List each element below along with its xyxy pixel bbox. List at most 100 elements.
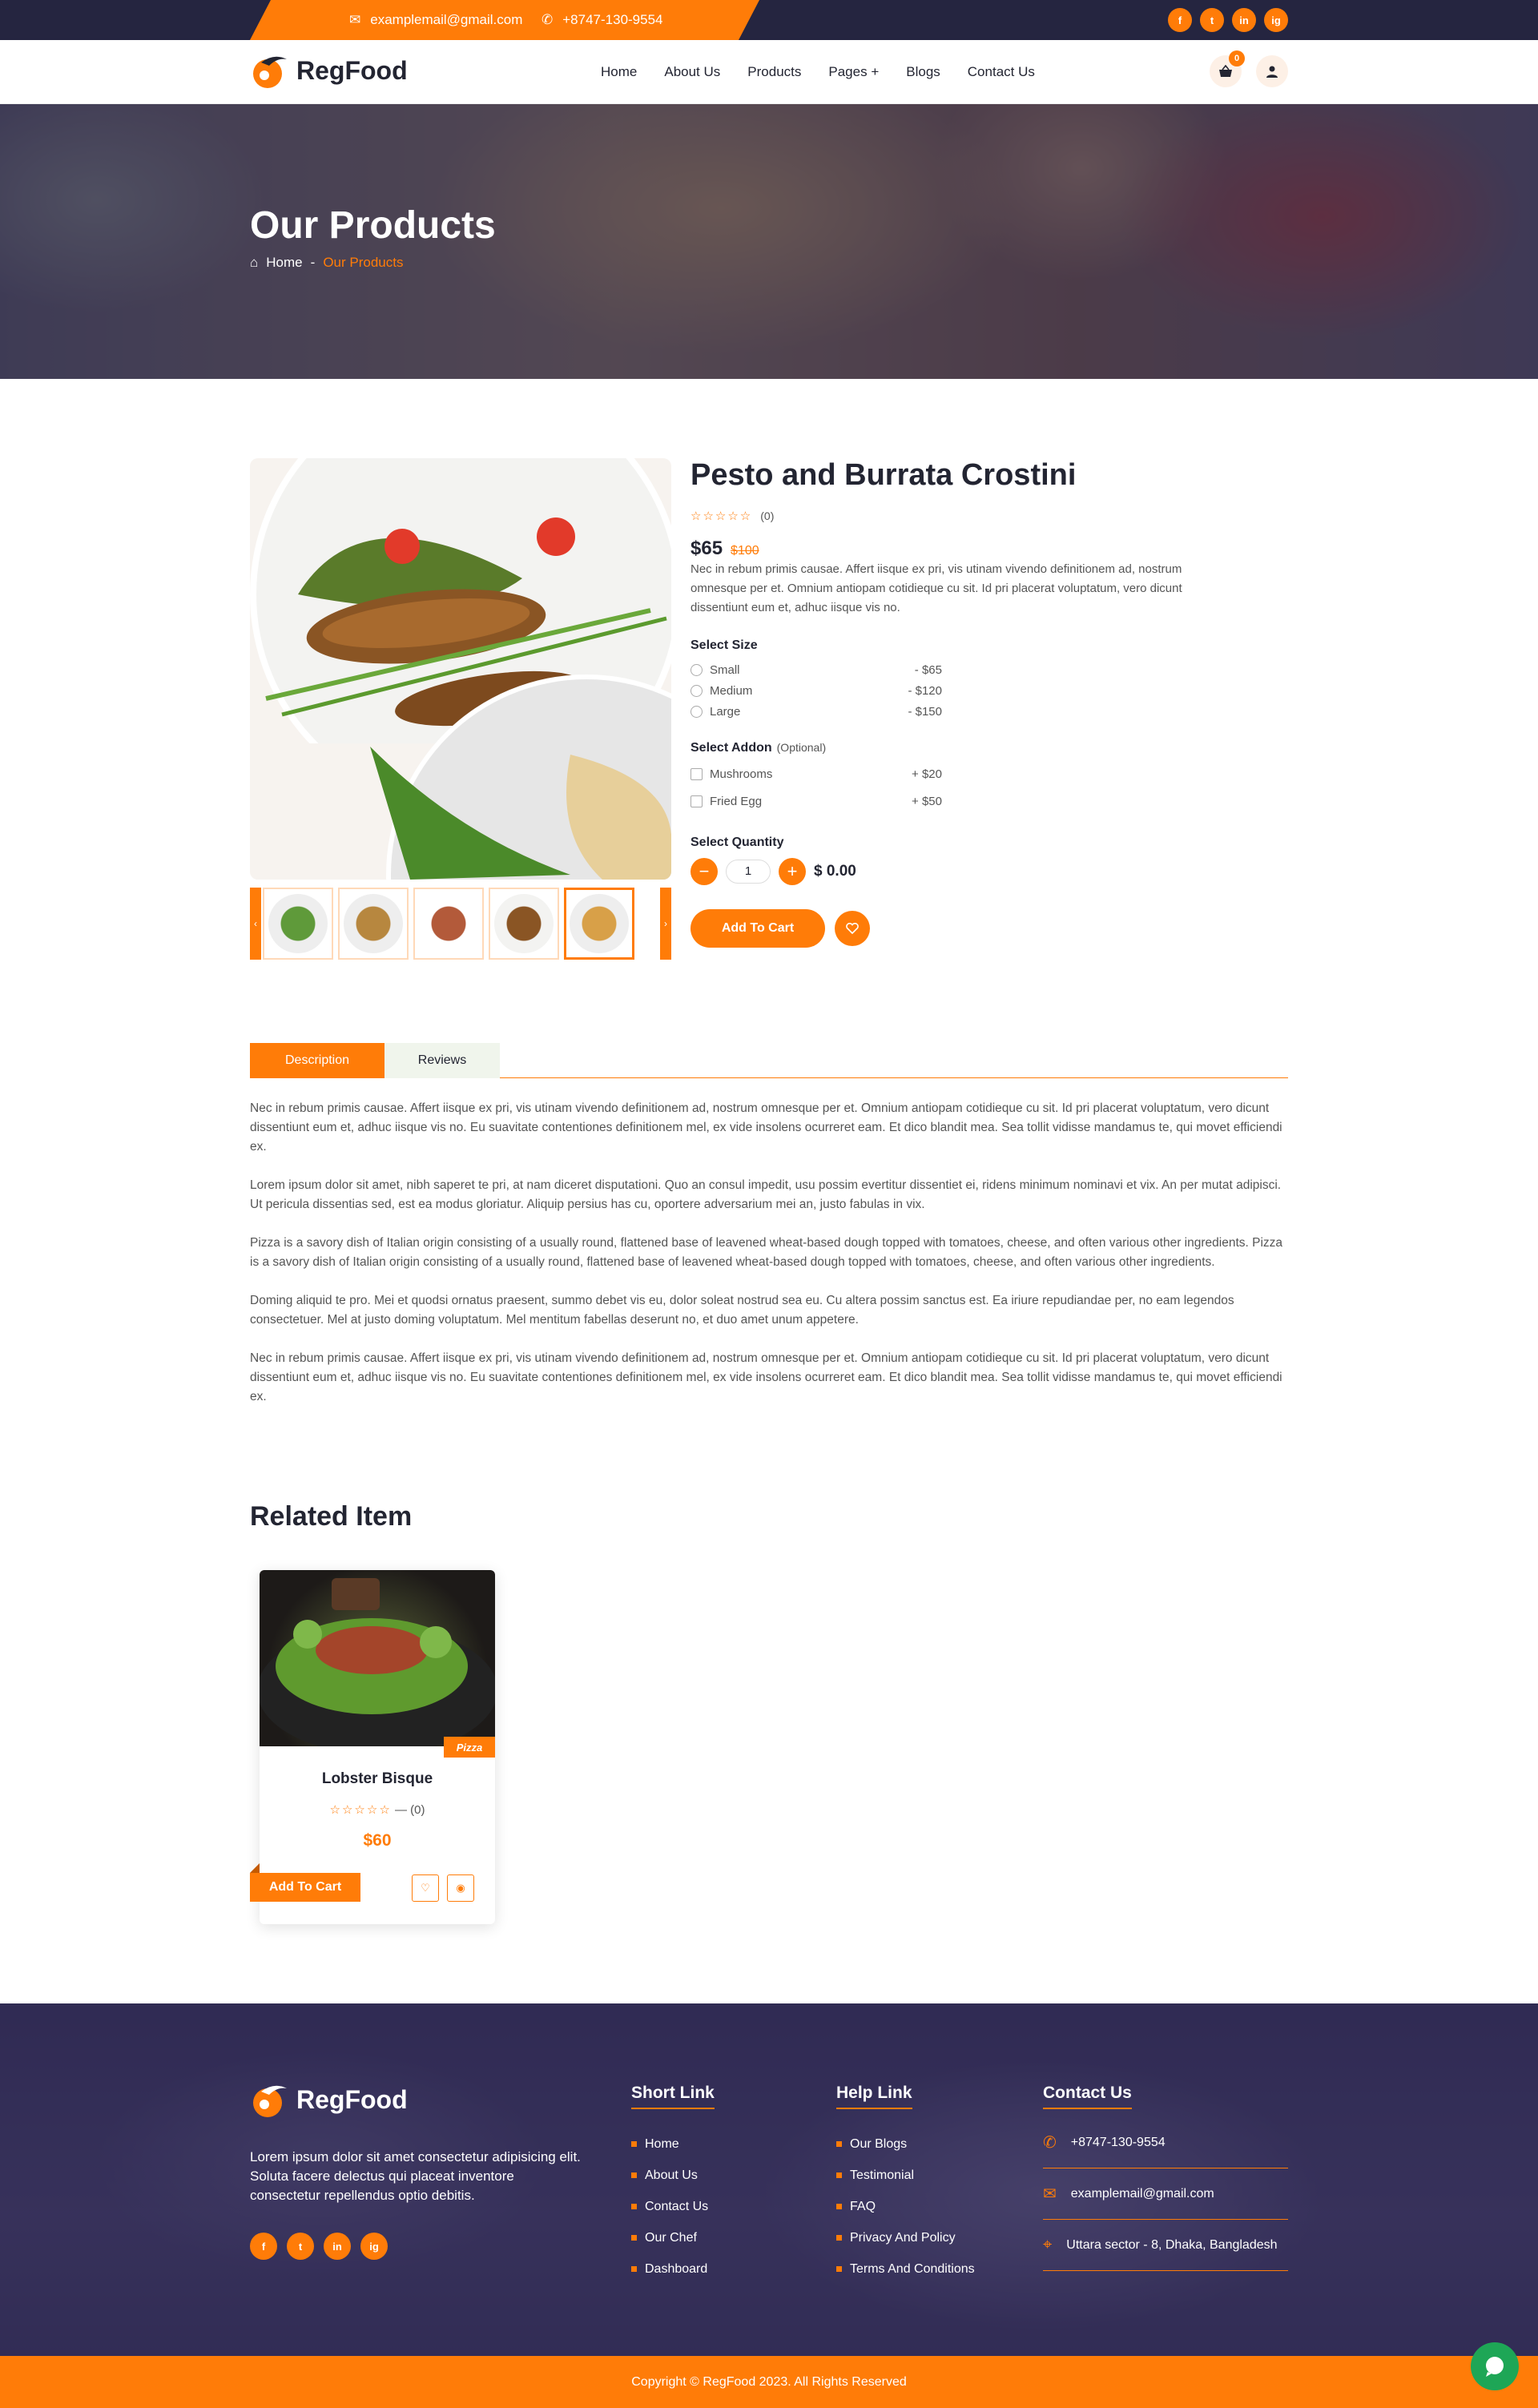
footer-short-links: Short Link Home About Us Contact Us Our … (631, 2084, 715, 2285)
description-paragraph: Nec in rebum primis causae. Affert iisqu… (250, 1351, 1282, 1403)
envelope-icon: ✉ (349, 12, 361, 27)
nav-home[interactable]: Home (601, 64, 637, 80)
nav-icons: 0 (1210, 50, 1288, 87)
logo-icon (253, 56, 287, 88)
addon-fried-egg[interactable]: Fried Egg + $50 (690, 787, 942, 815)
instagram-icon[interactable]: ig (1264, 8, 1288, 32)
top-phone[interactable]: ✆ +8747-130-9554 (542, 0, 663, 40)
related-title: Related Item (250, 1501, 413, 1532)
footer-link-privacy[interactable]: Privacy And Policy (836, 2222, 975, 2253)
footer: RegFood Lorem ipsum dolor sit amet conse… (0, 2003, 1538, 2356)
addon-mushrooms[interactable]: Mushrooms + $20 (690, 760, 942, 787)
plus-button[interactable]: + (779, 858, 806, 885)
footer-link-about[interactable]: About Us (631, 2160, 715, 2191)
thumbnail-image (419, 894, 478, 953)
facebook-icon[interactable]: f (1168, 8, 1192, 32)
instagram-icon[interactable]: ig (360, 2233, 388, 2260)
footer-email[interactable]: ✉ examplemail@gmail.com (1043, 2168, 1288, 2220)
wishlist-icon[interactable]: ♡ (412, 1874, 439, 1902)
wishlist-button[interactable] (835, 911, 870, 946)
thumbnail[interactable] (413, 888, 484, 960)
nav-products[interactable]: Products (747, 64, 801, 80)
footer-link-terms[interactable]: Terms And Conditions (836, 2253, 975, 2285)
price-row: $65 $100 (690, 538, 1288, 560)
product-tabs: Description Reviews (250, 1043, 1288, 1078)
site-logo[interactable]: RegFood (250, 51, 408, 90)
minus-button[interactable]: − (690, 858, 718, 885)
linkedin-icon[interactable]: in (1232, 8, 1256, 32)
related-product-image[interactable] (260, 1570, 495, 1746)
footer-phone[interactable]: ✆ +8747-130-9554 (1043, 2117, 1288, 2168)
current-price: $65 (690, 538, 723, 559)
top-email[interactable]: ✉ examplemail@gmail.com (349, 0, 522, 40)
description-content: Nec in rebum primis causae. Affert iisqu… (250, 1099, 1288, 1426)
salad-illustration (260, 1578, 495, 1746)
size-label: Select Size (690, 638, 758, 652)
footer-help-links: Help Link Our Blogs Testimonial FAQ Priv… (836, 2084, 975, 2285)
footer-contact: Contact Us ✆ +8747-130-9554 ✉ examplemail@… (1043, 2084, 1288, 2271)
quantity-label: Select Quantity (690, 836, 784, 849)
fish-dish-illustration (250, 458, 671, 880)
star-rating-icon: ☆☆☆☆☆ (329, 1803, 392, 1817)
linkedin-icon[interactable]: in (324, 2233, 351, 2260)
quantity-input[interactable]: 1 (726, 860, 771, 884)
tab-description[interactable]: Description (250, 1043, 384, 1078)
size-option-small[interactable]: Small - $65 (690, 659, 942, 680)
footer-link-blogs[interactable]: Our Blogs (836, 2128, 975, 2160)
chevron-right-icon[interactable]: › (660, 888, 671, 960)
review-count: (0) (760, 509, 775, 522)
breadcrumb-home[interactable]: Home (266, 255, 302, 271)
product-details: Pesto and Burrata Crostini ☆☆☆☆☆ (0) $65… (690, 458, 1288, 948)
footer-heading: Short Link (631, 2084, 715, 2109)
cart-count-badge: 0 (1229, 50, 1245, 66)
thumbnail[interactable] (489, 888, 559, 960)
size-option-medium[interactable]: Medium - $120 (690, 680, 942, 701)
facebook-icon[interactable]: f (250, 2233, 277, 2260)
checkbox[interactable] (690, 767, 703, 780)
addon-header: Select Addon (Optional) (690, 741, 1288, 755)
related-product-name[interactable]: Lobster Bisque (260, 1770, 495, 1788)
home-icon: ⌂ (250, 255, 259, 270)
nav-about[interactable]: About Us (664, 64, 720, 80)
thumbnail-image (268, 894, 328, 953)
cart-button[interactable]: 0 (1210, 50, 1245, 87)
thumbnail[interactable] (263, 888, 333, 960)
view-icon[interactable]: ◉ (447, 1874, 474, 1902)
description-paragraph: Pizza is a savory dish of Italian origin… (250, 1236, 1283, 1269)
nav-pages[interactable]: Pages + (828, 64, 879, 80)
footer-logo[interactable]: RegFood (250, 2080, 408, 2119)
thumbnail-image (344, 894, 403, 953)
product-title: Pesto and Burrata Crostini (690, 458, 1077, 492)
page-title: Our Products (250, 204, 496, 247)
chat-widget-button[interactable] (1471, 2342, 1519, 2390)
footer-link-chef[interactable]: Our Chef (631, 2222, 715, 2253)
chevron-left-icon[interactable]: ‹ (250, 888, 261, 960)
nav-contact[interactable]: Contact Us (968, 64, 1035, 80)
related-add-to-cart-button[interactable]: Add To Cart (250, 1863, 360, 1902)
footer-link-faq[interactable]: FAQ (836, 2191, 975, 2222)
thumbnail[interactable] (338, 888, 409, 960)
radio-button[interactable] (690, 705, 703, 718)
radio-button[interactable] (690, 684, 703, 697)
related-product-card[interactable]: Pizza Lobster Bisque ☆☆☆☆☆ — (0) $60 Add… (250, 1570, 495, 1924)
twitter-icon[interactable]: t (287, 2233, 314, 2260)
top-social-links: f t in ig (1168, 8, 1288, 32)
twitter-icon[interactable]: t (1200, 8, 1224, 32)
tab-reviews[interactable]: Reviews (384, 1043, 500, 1078)
nav-blogs[interactable]: Blogs (906, 64, 940, 80)
checkbox[interactable] (690, 795, 703, 807)
size-option-large[interactable]: Large - $150 (690, 701, 942, 722)
category-badge: Pizza (444, 1737, 495, 1758)
footer-heading: Help Link (836, 2084, 912, 2109)
footer-link-home[interactable]: Home (631, 2128, 715, 2160)
footer-link-contact[interactable]: Contact Us (631, 2191, 715, 2222)
footer-link-testimonial[interactable]: Testimonial (836, 2160, 975, 2191)
footer-overlay (0, 2003, 1538, 2356)
top-bar: ✉ examplemail@gmail.com ✆ +8747-130-9554… (0, 0, 1538, 40)
footer-link-dashboard[interactable]: Dashboard (631, 2253, 715, 2285)
radio-button[interactable] (690, 663, 703, 676)
thumbnail-active[interactable] (564, 888, 634, 960)
add-to-cart-button[interactable]: Add To Cart (690, 909, 825, 948)
user-button[interactable] (1256, 55, 1288, 87)
map-pin-icon: ⌖ (1043, 2236, 1053, 2253)
